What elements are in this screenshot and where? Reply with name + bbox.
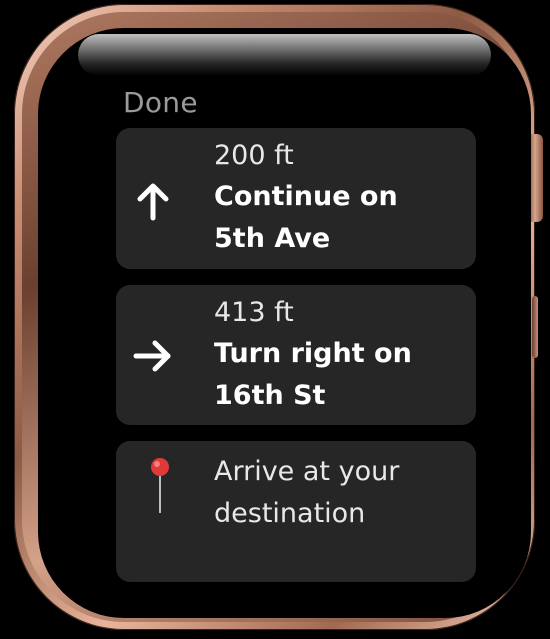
step-instruction-line1: Continue on: [214, 181, 398, 212]
done-button[interactable]: Done: [123, 86, 198, 119]
watch-device: Done 200 ft Continue on 5th Ave 413 ft T…: [0, 0, 550, 639]
watch-case: Done 200 ft Continue on 5th Ave 413 ft T…: [14, 4, 543, 630]
watch-screen: Done 200 ft Continue on 5th Ave 413 ft T…: [38, 28, 531, 618]
arrow-up-icon: [130, 178, 176, 224]
screen-glare: [78, 34, 491, 76]
map-pin-icon: [130, 453, 176, 513]
direction-step-card[interactable]: 200 ft Continue on 5th Ave: [116, 128, 476, 269]
step-text: 200 ft Continue on 5th Ave: [214, 138, 464, 260]
step-instruction-line2: 16th St: [214, 380, 326, 411]
step-instruction-line1: Turn right on: [214, 338, 412, 369]
arrive-line1: Arrive at your: [214, 456, 400, 487]
direction-step-card[interactable]: Arrive at your destination: [116, 441, 476, 582]
step-text: Arrive at your destination: [214, 451, 464, 535]
arrow-right-icon: [130, 333, 176, 379]
direction-step-card[interactable]: 413 ft Turn right on 16th St: [116, 285, 476, 425]
arrive-line2: destination: [214, 498, 366, 529]
step-distance: 200 ft: [214, 140, 294, 171]
step-instruction-line2: 5th Ave: [214, 223, 331, 254]
side-button[interactable]: [532, 296, 538, 358]
step-distance: 413 ft: [214, 297, 294, 328]
step-text: 413 ft Turn right on 16th St: [214, 295, 464, 417]
